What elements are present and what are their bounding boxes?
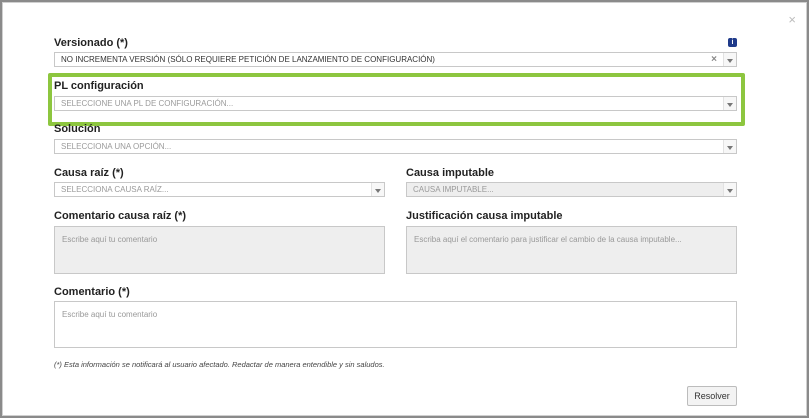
justificacion-textarea[interactable]: Escriba aquí el comentario para justific… [406,226,737,274]
resolve-modal: × Versionado (*) i NO INCREMENTA VERSIÓN… [2,2,807,416]
causa-raiz-select[interactable]: SELECCIONA CAUSA RAÍZ... [54,182,385,197]
comentario-textarea[interactable]: Escribe aquí tu comentario [54,301,737,348]
justificacion-placeholder: Escriba aquí el comentario para justific… [414,235,682,244]
solucion-label: Solución [54,123,101,135]
solucion-select[interactable]: SELECCIONA UNA OPCIÓN... [54,139,737,154]
comentario-placeholder: Escribe aquí tu comentario [62,310,158,319]
justificacion-label: Justificación causa imputable [406,210,563,222]
info-icon[interactable]: i [728,38,737,47]
comentario-label: Comentario (*) [54,286,130,298]
causa-raiz-placeholder: SELECCIONA CAUSA RAÍZ... [61,185,169,194]
comentario-causa-raiz-placeholder: Escribe aquí tu comentario [62,235,158,244]
comentario-causa-raiz-label: Comentario causa raíz (*) [54,210,187,222]
chevron-down-icon[interactable] [723,183,736,196]
pl-configuracion-placeholder: SELECCIONE UNA PL DE CONFIGURACIÓN... [61,99,234,108]
chevron-down-icon[interactable] [723,97,736,110]
versionado-value: NO INCREMENTA VERSIÓN (SÓLO REQUIERE PET… [61,55,435,64]
clear-icon[interactable]: × [711,53,717,66]
causa-imputable-label: Causa imputable [406,167,495,179]
causa-imputable-placeholder: CAUSA IMPUTABLE... [413,185,494,194]
versionado-label: Versionado (*) [54,37,128,49]
pl-configuracion-label: PL configuración [54,80,144,92]
versionado-select[interactable]: NO INCREMENTA VERSIÓN (SÓLO REQUIERE PET… [54,52,737,67]
chevron-down-icon[interactable] [723,140,736,153]
footer-note: (*) Esta información se notificará al us… [54,360,385,369]
chevron-down-icon[interactable] [371,183,384,196]
pl-configuracion-select[interactable]: SELECCIONE UNA PL DE CONFIGURACIÓN... [54,96,737,111]
causa-raiz-label: Causa raíz (*) [54,167,124,179]
comentario-causa-raiz-textarea[interactable]: Escribe aquí tu comentario [54,226,385,274]
causa-imputable-select[interactable]: CAUSA IMPUTABLE... [406,182,737,197]
solucion-placeholder: SELECCIONA UNA OPCIÓN... [61,142,172,151]
close-icon[interactable]: × [788,13,796,26]
chevron-down-icon[interactable] [723,53,736,66]
resolve-button[interactable]: Resolver [687,386,737,406]
